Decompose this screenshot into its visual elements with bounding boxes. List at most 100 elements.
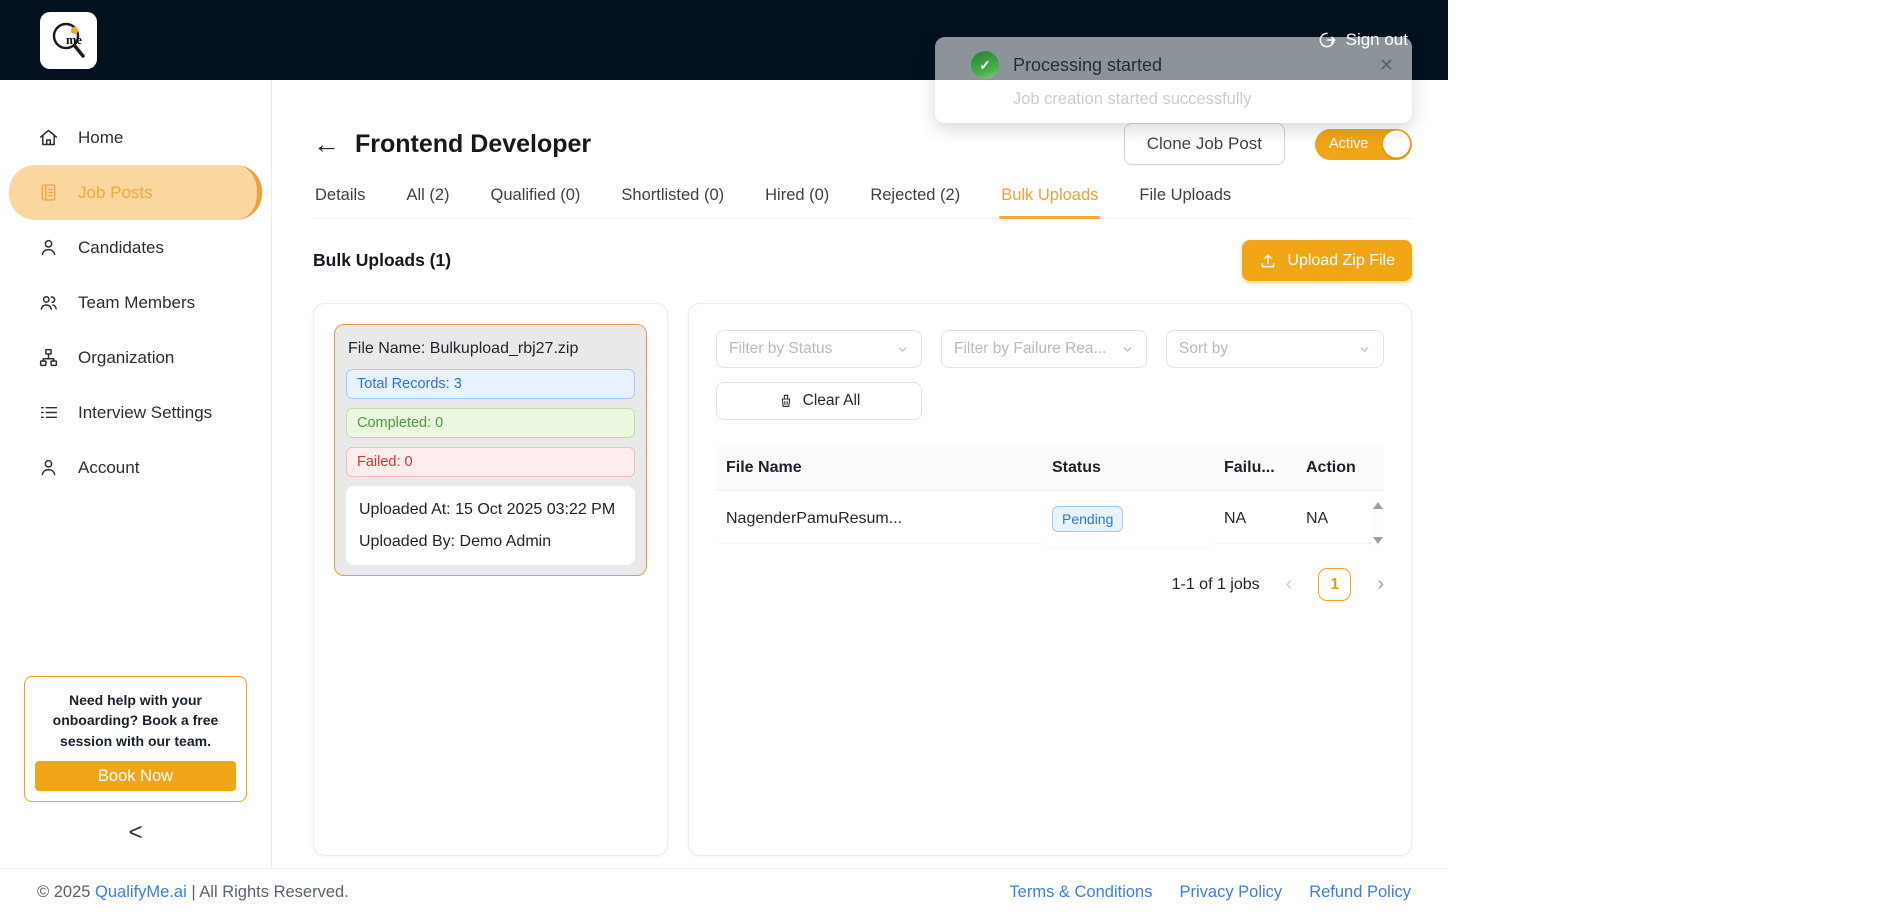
toggle-label: Active	[1329, 136, 1369, 152]
terms-link[interactable]: Terms & Conditions	[1009, 883, 1152, 902]
main-content: ← Frontend Developer Clone Job Post Acti…	[272, 80, 1448, 868]
page-1-button[interactable]: 1	[1318, 568, 1352, 601]
job-tabs: Details All (2) Qualified (0) Shortliste…	[313, 176, 1412, 219]
table-header-row: File Name Status Failu... Action	[716, 446, 1384, 491]
sidebar-item-label: Home	[78, 127, 124, 147]
tab-qualified[interactable]: Qualified (0)	[489, 176, 583, 218]
column-header-status: Status	[1052, 459, 1101, 476]
tab-shortlisted[interactable]: Shortlisted (0)	[619, 176, 726, 218]
filter-failure-placeholder: Filter by Failure Rea...	[954, 340, 1107, 357]
sidebar-item-home[interactable]: Home	[9, 110, 262, 165]
home-icon	[38, 127, 59, 148]
filter-by-status-select[interactable]: Filter by Status	[716, 330, 922, 368]
qualifyme-link[interactable]: QualifyMe.ai	[95, 883, 187, 902]
svg-text:me: me	[66, 33, 82, 47]
onboarding-help-box: Need help with your onboarding? Book a f…	[24, 676, 247, 802]
next-page-icon[interactable]: ›	[1377, 573, 1384, 596]
toast-notification: ✓ Processing started ✕ Job creation star…	[935, 37, 1412, 123]
filter-status-placeholder: Filter by Status	[729, 340, 833, 357]
uploaded-at-text: Uploaded At: 15 Oct 2025 03:22 PM	[359, 501, 616, 518]
people-icon	[38, 292, 59, 313]
sidebar-collapse-icon[interactable]: <	[0, 810, 271, 856]
pagination: 1-1 of 1 jobs ‹ 1 ›	[716, 568, 1384, 601]
org-chart-icon	[38, 347, 59, 368]
list-icon	[38, 402, 59, 423]
sidebar-item-job-posts[interactable]: Job Posts	[9, 165, 262, 220]
upload-jobs-panel: Filter by Status Filter by Failure Rea..…	[688, 303, 1412, 856]
filters-row: Filter by Status Filter by Failure Rea..…	[716, 330, 1384, 368]
magnifier-logo-icon: me	[52, 22, 85, 58]
uploads-table: File Name Status Failu... Action Nagende…	[716, 446, 1384, 548]
tab-details[interactable]: Details	[313, 176, 367, 218]
column-header-action: Action	[1306, 459, 1356, 476]
title-row: ← Frontend Developer Clone Job Post Acti…	[313, 122, 1412, 166]
help-text: Need help with your onboarding? Book a f…	[52, 692, 219, 749]
page-title: Frontend Developer	[355, 129, 592, 158]
scroll-down-icon[interactable]	[1372, 537, 1383, 544]
toast-close-icon[interactable]: ✕	[1379, 56, 1394, 74]
completed-badge: Completed: 0	[346, 408, 635, 438]
sidebar-item-interview-settings[interactable]: Interview Settings	[9, 385, 262, 440]
chevron-down-icon	[1121, 343, 1134, 356]
success-check-icon: ✓	[971, 51, 999, 79]
person-icon	[38, 457, 59, 478]
footer-links: Terms & Conditions Privacy Policy Refund…	[1009, 883, 1411, 902]
sidebar-item-team-members[interactable]: Team Members	[9, 275, 262, 330]
upload-button-label: Upload Zip File	[1287, 251, 1395, 269]
toggle-knob	[1383, 130, 1410, 158]
status-badge: Pending	[1052, 506, 1124, 532]
footer: © 2025 QualifyMe.ai | All Rights Reserve…	[0, 868, 1448, 916]
section-title: Bulk Uploads (1)	[313, 250, 452, 270]
filter-by-failure-select[interactable]: Filter by Failure Rea...	[941, 330, 1147, 368]
previous-page-icon[interactable]: ‹	[1286, 573, 1293, 596]
tab-file-uploads[interactable]: File Uploads	[1137, 176, 1233, 218]
person-icon	[38, 237, 59, 258]
tab-hired[interactable]: Hired (0)	[763, 176, 831, 218]
sidebar-item-label: Team Members	[78, 292, 196, 312]
sidebar-item-label: Account	[78, 457, 140, 477]
clone-job-post-button[interactable]: Clone Job Post	[1123, 123, 1285, 165]
sort-by-select[interactable]: Sort by	[1166, 330, 1384, 368]
table-row[interactable]: NagenderPamuResum... Pending NA NA	[716, 491, 1384, 548]
bulk-uploads-panel: File Name: Bulkupload_rbj27.zip Total Re…	[313, 303, 668, 856]
clear-all-button[interactable]: Clear All	[716, 382, 922, 420]
table-scrollbar[interactable]	[1371, 499, 1384, 547]
sidebar-item-label: Candidates	[78, 237, 165, 257]
clear-all-label: Clear All	[802, 392, 861, 409]
total-records-badge: Total Records: 3	[346, 369, 635, 399]
column-header-failure: Failu...	[1224, 459, 1275, 476]
tab-all[interactable]: All (2)	[404, 176, 451, 218]
sidebar-item-organization[interactable]: Organization	[9, 330, 262, 385]
upload-meta-box: Uploaded At: 15 Oct 2025 03:22 PM Upload…	[346, 486, 635, 566]
upload-zip-file-button[interactable]: Upload Zip File	[1242, 240, 1412, 281]
column-header-file-name: File Name	[726, 459, 802, 476]
tab-rejected[interactable]: Rejected (2)	[868, 176, 962, 218]
back-arrow-icon[interactable]: ←	[313, 130, 355, 158]
sidebar-item-account[interactable]: Account	[9, 440, 262, 495]
copyright-prefix: © 2025	[37, 883, 96, 901]
bulk-upload-card[interactable]: File Name: Bulkupload_rbj27.zip Total Re…	[334, 324, 647, 577]
app-window: me Sign out ✓ Processing started ✕ Job c…	[0, 0, 1448, 916]
toast-message: Job creation started successfully	[1013, 90, 1252, 108]
pagination-summary: 1-1 of 1 jobs	[1171, 575, 1260, 593]
chevron-down-icon	[896, 343, 909, 356]
scroll-up-icon[interactable]	[1372, 502, 1383, 509]
uploaded-by-text: Uploaded By: Demo Admin	[359, 533, 552, 551]
cell-failure: NA	[1214, 495, 1296, 544]
sidebar-nav: Home Job Posts Candidates Team Members O…	[0, 110, 271, 495]
sidebar-item-label: Job Posts	[78, 182, 153, 202]
chevron-down-icon	[1358, 343, 1371, 356]
failed-badge: Failed: 0	[346, 447, 635, 477]
clear-icon	[781, 394, 790, 407]
active-status-toggle[interactable]: Active	[1315, 128, 1412, 160]
book-now-button[interactable]: Book Now	[35, 761, 236, 791]
sidebar-item-candidates[interactable]: Candidates	[9, 220, 262, 275]
qualifyme-logo[interactable]: me	[40, 11, 97, 69]
sidebar-item-label: Organization	[78, 347, 175, 367]
privacy-policy-link[interactable]: Privacy Policy	[1179, 883, 1282, 902]
toast-title: Processing started	[1013, 54, 1163, 75]
refund-policy-link[interactable]: Refund Policy	[1309, 883, 1411, 902]
sort-by-placeholder: Sort by	[1179, 340, 1229, 357]
tab-bulk-uploads[interactable]: Bulk Uploads	[999, 176, 1101, 219]
cell-file-name: NagenderPamuResum...	[716, 495, 1042, 544]
